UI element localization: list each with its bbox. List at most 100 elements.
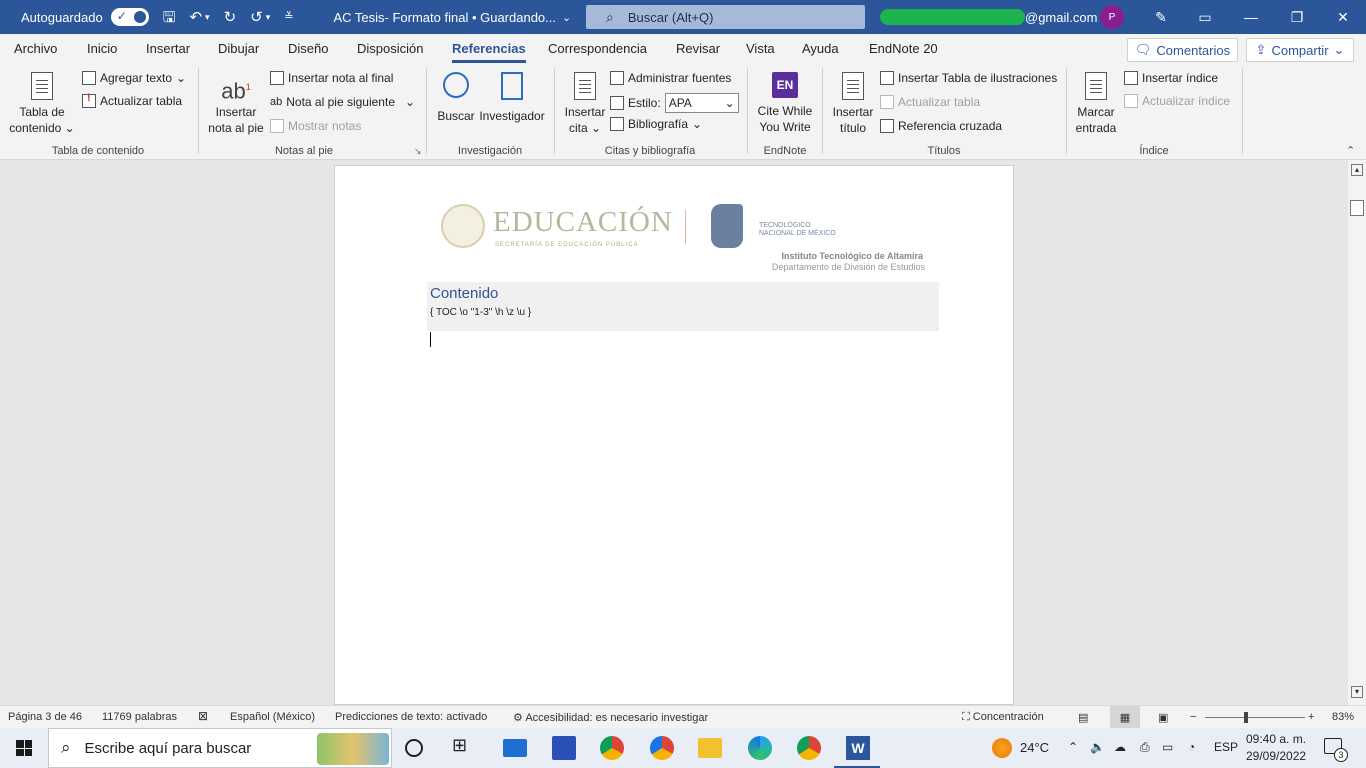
cortana-icon[interactable]: [405, 739, 423, 757]
browser-icon[interactable]: [650, 736, 674, 760]
device-icon[interactable]: ⎙: [1140, 740, 1150, 755]
tab-dibujar[interactable]: Dibujar: [218, 41, 259, 56]
web-layout-icon[interactable]: ▣: [1158, 711, 1168, 724]
search-input[interactable]: ⌕ Buscar (Alt+Q): [586, 5, 865, 29]
tab-vista[interactable]: Vista: [746, 41, 775, 56]
insert-citation-button[interactable]: Insertar cita ⌄: [560, 72, 610, 136]
language[interactable]: Español (México): [230, 711, 315, 723]
style-selector[interactable]: Estilo: APA ⌄: [610, 93, 739, 113]
table-of-contents-button[interactable]: Tabla de contenido ⌄: [8, 72, 76, 136]
cross-reference-button[interactable]: Referencia cruzada: [880, 119, 1002, 133]
task-view-icon[interactable]: ⊞: [452, 735, 476, 759]
clock[interactable]: 09:40 a. m. 29/09/2022: [1246, 731, 1306, 765]
insert-footnote-button[interactable]: ab1 Insertar nota al pie: [204, 72, 268, 136]
add-text-button[interactable]: Agregar texto ⌄: [82, 71, 186, 85]
scroll-up-icon[interactable]: ▴: [1351, 164, 1363, 176]
account-info[interactable]: @gmail.com: [880, 9, 1097, 25]
collapse-ribbon-icon[interactable]: ⌃: [1346, 144, 1355, 157]
search-button[interactable]: Buscar: [434, 72, 478, 124]
edge-icon[interactable]: [748, 736, 772, 760]
zoom-in-icon[interactable]: +: [1308, 711, 1314, 723]
redo-icon[interactable]: ↻: [224, 10, 237, 25]
insert-endnote-button[interactable]: Insertar nota al final: [270, 71, 393, 85]
researcher-button[interactable]: Investigador: [478, 72, 546, 124]
autosave-toggle[interactable]: ✓: [110, 8, 149, 26]
wifi-icon[interactable]: ◔: [1188, 740, 1195, 754]
text-predictions[interactable]: Predicciones de texto: activado: [335, 711, 487, 723]
ribbon-display-icon[interactable]: ▭: [1182, 0, 1228, 34]
insert-table-of-figures-button[interactable]: Insertar Tabla de ilustraciones: [880, 71, 1057, 85]
show-hidden-icon[interactable]: ⌃: [1068, 740, 1078, 754]
temperature[interactable]: 24°C: [1020, 740, 1049, 755]
avatar[interactable]: P: [1100, 5, 1124, 29]
zoom-slider-thumb[interactable]: [1244, 712, 1248, 723]
document-page[interactable]: EDUCACIÓN SECRETARÍA DE EDUCACIÓN PÚBLIC…: [334, 165, 1014, 705]
minimize-icon[interactable]: —: [1228, 0, 1274, 34]
repeat-icon[interactable]: ↺: [250, 10, 263, 25]
battery-icon[interactable]: ▭: [1162, 740, 1173, 754]
cite-while-you-write-button[interactable]: EN Cite While You Write: [754, 72, 816, 135]
dialog-launcher-icon[interactable]: ↘: [414, 146, 422, 157]
tab-insertar[interactable]: Insertar: [146, 41, 190, 56]
next-footnote-button[interactable]: ab Nota al pie siguiente ⌄: [270, 95, 415, 109]
tab-correspondencia[interactable]: Correspondencia: [548, 41, 647, 56]
tab-disposicion[interactable]: Disposición: [357, 41, 423, 56]
focus-mode[interactable]: ⛶ Concentración: [962, 711, 1044, 724]
tab-endnote[interactable]: EndNote 20: [869, 41, 938, 56]
update-table-button[interactable]: Actualizar tabla: [82, 92, 182, 108]
document-title[interactable]: AC Tesis- Formato final • Guardando...: [333, 10, 556, 25]
toc-field[interactable]: Contenido { TOC \o "1-3" \h \z \u }: [427, 282, 939, 331]
word-count[interactable]: 11769 palabras: [102, 711, 177, 723]
vertical-scrollbar[interactable]: ▴ ▾: [1348, 160, 1366, 705]
input-language[interactable]: ESP: [1214, 740, 1238, 754]
undo-dropdown-icon[interactable]: ▾: [205, 12, 210, 23]
repeat-dropdown-icon[interactable]: ▾: [266, 12, 271, 23]
zoom-level[interactable]: 83%: [1332, 711, 1354, 723]
update-figures-table-button[interactable]: Actualizar tabla: [880, 95, 980, 109]
comments-button[interactable]: 🗨 Comentarios: [1127, 38, 1238, 62]
print-layout-icon[interactable]: ▦: [1110, 706, 1140, 728]
zoom-out-icon[interactable]: −: [1190, 711, 1196, 723]
pen-icon[interactable]: ✎: [1138, 0, 1184, 34]
file-explorer-icon[interactable]: [698, 738, 722, 758]
mail-icon[interactable]: [503, 739, 527, 757]
tab-revisar[interactable]: Revisar: [676, 41, 720, 56]
mark-entry-button[interactable]: Marcar entrada: [1072, 72, 1120, 136]
app-icon[interactable]: [552, 736, 576, 760]
show-notes-button[interactable]: Mostrar notas: [270, 119, 361, 133]
chrome-icon[interactable]: [600, 736, 624, 760]
maximize-icon[interactable]: ❐: [1274, 0, 1320, 34]
zoom-slider[interactable]: [1205, 717, 1305, 718]
taskbar-search-input[interactable]: ⌕ Escribe aquí para buscar: [48, 728, 392, 768]
share-dropdown-icon[interactable]: ⌄: [1334, 42, 1345, 58]
update-index-button[interactable]: Actualizar índice: [1124, 94, 1230, 108]
word-icon[interactable]: W: [846, 736, 870, 760]
read-mode-icon[interactable]: ▤: [1078, 711, 1088, 724]
manage-sources-button[interactable]: Administrar fuentes: [610, 71, 731, 85]
tab-ayuda[interactable]: Ayuda: [802, 41, 839, 56]
chrome-profile-icon[interactable]: [797, 736, 821, 760]
volume-icon[interactable]: 🔈: [1090, 740, 1105, 754]
page-count[interactable]: Página 3 de 46: [8, 711, 82, 723]
tab-archivo[interactable]: Archivo: [14, 41, 57, 56]
cloud-icon[interactable]: ☁: [1114, 740, 1126, 754]
scroll-thumb[interactable]: [1350, 200, 1364, 216]
share-button[interactable]: ⇪ Compartir ⌄: [1246, 38, 1354, 62]
tab-referencias[interactable]: Referencias: [452, 41, 526, 63]
windows-start-icon[interactable]: [16, 740, 32, 756]
bibliography-button[interactable]: Bibliografía ⌄: [610, 117, 702, 131]
tab-diseno[interactable]: Diseño: [288, 41, 328, 56]
scroll-down-icon[interactable]: ▾: [1351, 686, 1363, 698]
weather-icon[interactable]: [992, 738, 1012, 758]
title-dropdown-icon[interactable]: ⌄: [562, 11, 571, 24]
insert-caption-button[interactable]: Insertar título: [828, 72, 878, 136]
proofing-icon[interactable]: ⊠: [198, 709, 208, 723]
insert-index-button[interactable]: Insertar índice: [1124, 71, 1218, 85]
accessibility-status[interactable]: ⚙ Accesibilidad: es necesario investigar: [513, 711, 708, 724]
close-icon[interactable]: ✕: [1320, 0, 1366, 34]
tab-inicio[interactable]: Inicio: [87, 41, 117, 56]
style-combo[interactable]: APA ⌄: [664, 93, 739, 113]
save-icon[interactable]: 🖫: [163, 10, 176, 25]
undo-icon[interactable]: ↶: [189, 10, 202, 25]
customize-qat-icon[interactable]: ≚: [284, 11, 293, 23]
